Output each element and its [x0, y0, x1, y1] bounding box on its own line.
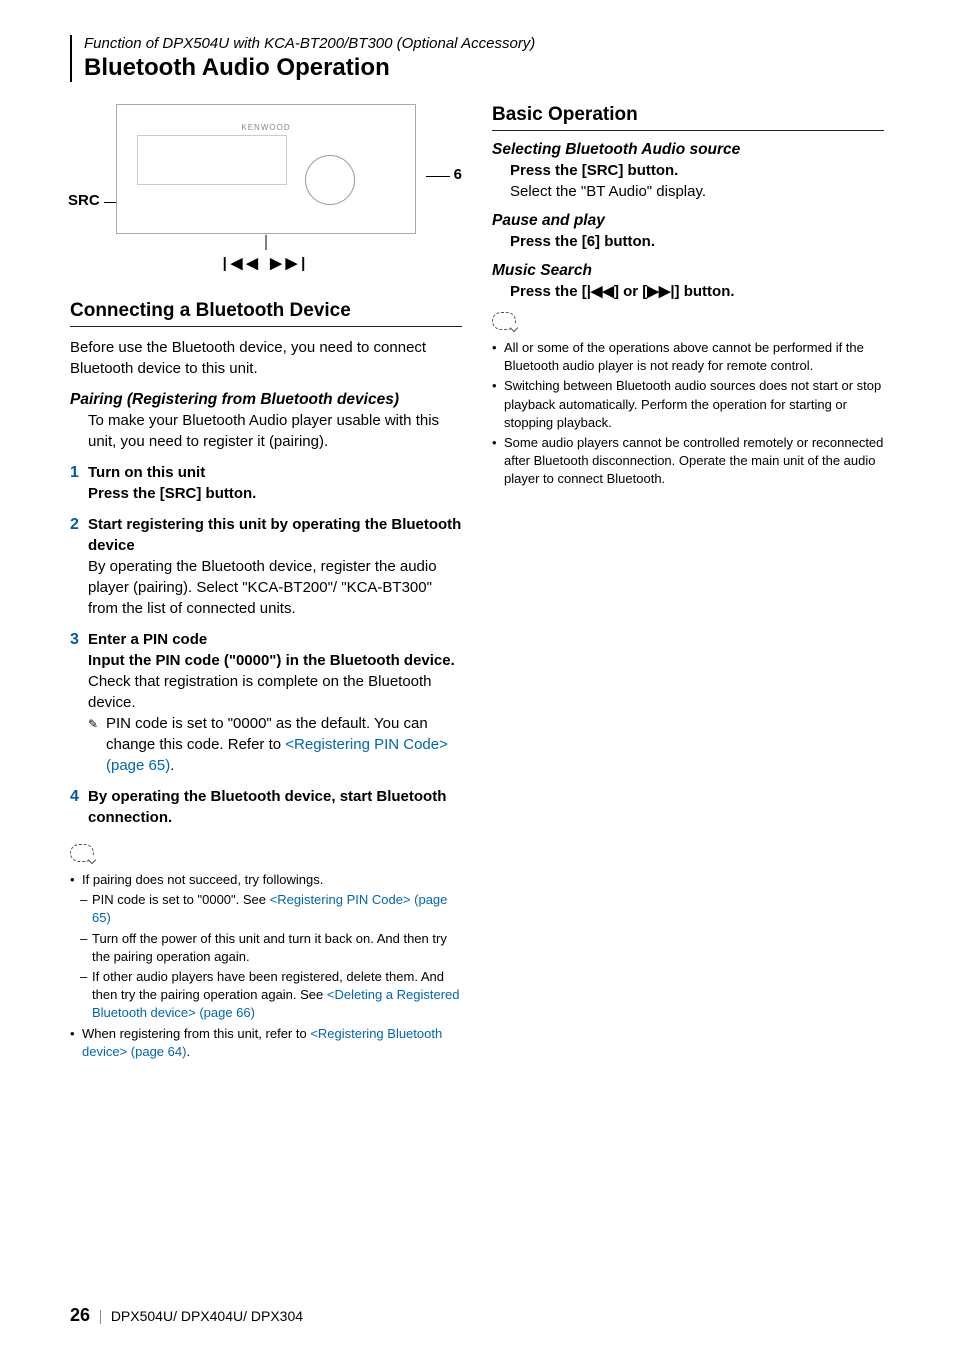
section-heading-connect: Connecting a Bluetooth Device [70, 300, 462, 327]
step-action: Press the [SRC] button. [88, 483, 462, 504]
main-title: Bluetooth Audio Operation [84, 54, 884, 82]
page-number: 26 [70, 1305, 90, 1325]
step-num: 4 [70, 786, 79, 808]
left-column: SRC KENWOOD 6 |◀◀ ▶▶| Connecting a Bluet… [70, 104, 462, 1063]
label-6: 6 [454, 166, 462, 183]
note-item: When registering from this unit, refer t… [70, 1025, 462, 1061]
step-body: Check that registration is complete on t… [88, 671, 462, 713]
step-3: 3 Enter a PIN code Input the PIN code ("… [70, 629, 462, 776]
note-text-post: . [170, 757, 174, 774]
note-dash-item: If other audio players have been registe… [70, 968, 462, 1023]
pairing-heading: Pairing (Registering from Bluetooth devi… [70, 391, 462, 409]
action-block: Music Search Press the [|◀◀] or [▶▶|] bu… [492, 262, 884, 302]
device-illustration: SRC KENWOOD 6 |◀◀ ▶▶| [70, 104, 462, 272]
step-4: 4 By operating the Bluetooth device, sta… [70, 786, 462, 828]
section-heading-basic: Basic Operation [492, 104, 884, 131]
note-item: Switching between Bluetooth audio source… [492, 377, 884, 432]
step-title: Enter a PIN code [88, 629, 462, 650]
action-block: Selecting Bluetooth Audio source Press t… [492, 141, 884, 202]
note-item: All or some of the operations above cann… [492, 339, 884, 375]
note-icon [70, 844, 94, 862]
intro-text: Before use the Bluetooth device, you nee… [70, 337, 462, 379]
note-list-left: If pairing does not succeed, try followi… [70, 871, 462, 1061]
step-num: 3 [70, 629, 79, 651]
step-action: Input the PIN code ("0000") in the Bluet… [88, 650, 462, 671]
step-body: By operating the Bluetooth device, regis… [88, 556, 462, 619]
action-bold: Press the [SRC] button. [492, 160, 884, 181]
pencil-note: ✎ PIN code is set to "0000" as the defau… [88, 713, 462, 776]
note-list-right: All or some of the operations above cann… [492, 339, 884, 489]
right-column: Basic Operation Selecting Bluetooth Audi… [492, 104, 884, 1063]
note-text-pre: When registering from this unit, refer t… [82, 1026, 310, 1041]
label-src: SRC [68, 192, 100, 209]
page-footer: 26 DPX504U/ DPX404U/ DPX304 [70, 1305, 303, 1326]
pairing-body: To make your Bluetooth Audio player usab… [70, 410, 462, 452]
action-heading: Pause and play [492, 212, 884, 230]
note-dash-item: PIN code is set to "0000". See <Register… [70, 891, 462, 927]
step-num: 2 [70, 514, 79, 536]
action-bold: Press the [6] button. [492, 231, 884, 252]
note-dash-item: Turn off the power of this unit and turn… [70, 930, 462, 966]
step-num: 1 [70, 462, 79, 484]
action-block: Pause and play Press the [6] button. [492, 212, 884, 252]
page-header: Function of DPX504U with KCA-BT200/BT300… [70, 35, 884, 82]
action-body: Select the "BT Audio" display. [492, 181, 884, 202]
action-bold: Press the [|◀◀] or [▶▶|] button. [492, 281, 884, 302]
footer-models: DPX504U/ DPX404U/ DPX304 [111, 1308, 303, 1324]
note-item: If pairing does not succeed, try followi… [70, 871, 462, 889]
note-text-pre: PIN code is set to "0000". See [92, 892, 270, 907]
step-1: 1 Turn on this unit Press the [SRC] butt… [70, 462, 462, 504]
step-2: 2 Start registering this unit by operati… [70, 514, 462, 619]
step-title: Turn on this unit [88, 462, 462, 483]
note-item: Some audio players cannot be controlled … [492, 434, 884, 489]
action-heading: Selecting Bluetooth Audio source [492, 141, 884, 159]
note-icon [492, 312, 516, 330]
pencil-icon: ✎ [88, 716, 104, 733]
function-line: Function of DPX504U with KCA-BT200/BT300… [84, 35, 884, 52]
action-heading: Music Search [492, 262, 884, 280]
step-title: Start registering this unit by operating… [88, 514, 462, 556]
track-icons: |◀◀ ▶▶| [70, 254, 462, 272]
step-title: By operating the Bluetooth device, start… [88, 786, 462, 828]
note-text-post: . [186, 1044, 190, 1059]
brand-text: KENWOOD [241, 123, 290, 132]
